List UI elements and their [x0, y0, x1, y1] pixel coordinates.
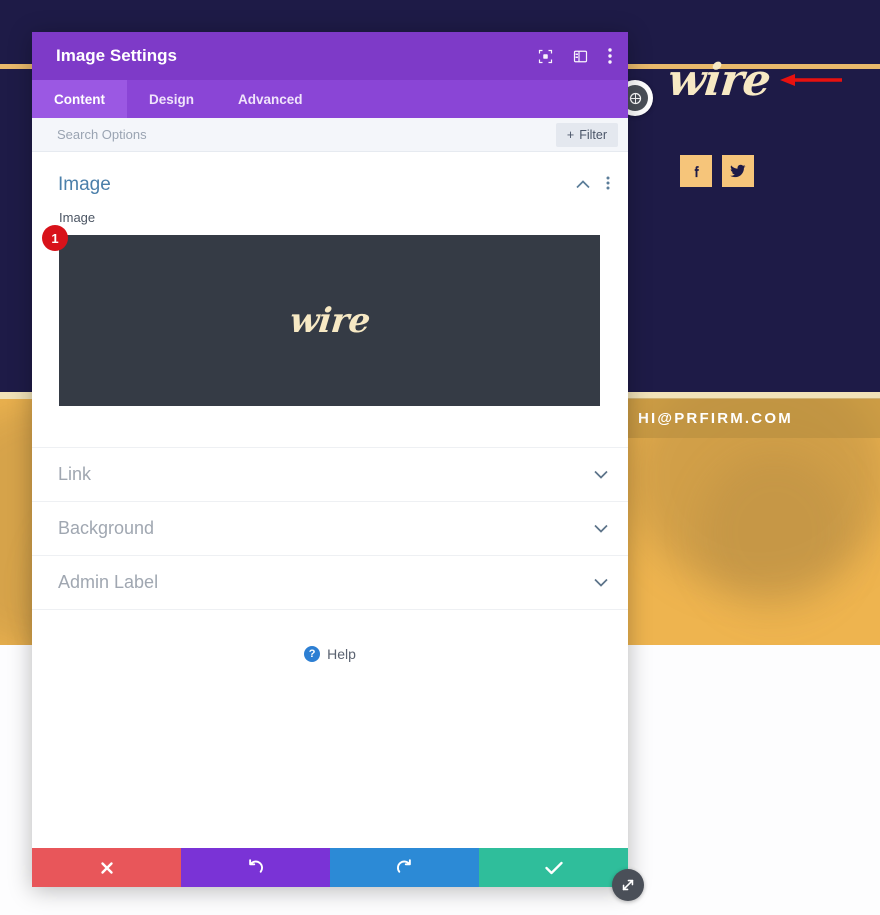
section-background-label: Background — [58, 518, 155, 538]
modal-body: Image Image 1 wire Link Background Admin… — [32, 152, 628, 848]
image-section-controls — [576, 176, 610, 195]
plus-icon: + — [566, 127, 575, 142]
image-preview-logo: wire — [287, 300, 372, 341]
filter-button[interactable]: + Filter — [555, 122, 618, 147]
search-input[interactable]: Search Options — [57, 127, 556, 142]
chevron-down-icon — [594, 466, 608, 484]
layout-icon[interactable] — [573, 49, 588, 64]
image-preview[interactable]: 1 wire — [42, 225, 600, 406]
modal-header-actions — [538, 48, 612, 64]
filter-button-label: Filter — [579, 127, 607, 142]
save-button[interactable] — [479, 848, 628, 887]
image-section-header[interactable]: Image — [32, 152, 628, 210]
twitter-icon[interactable] — [722, 155, 754, 187]
resize-handle[interactable] — [612, 869, 644, 901]
modal-header: Image Settings — [32, 32, 628, 80]
chevron-down-icon — [594, 574, 608, 592]
section-link[interactable]: Link — [32, 447, 628, 501]
email-text: HI@PRFIRM.COM — [638, 409, 793, 427]
help-link[interactable]: ? Help — [32, 610, 628, 662]
help-icon: ? — [304, 646, 321, 662]
help-label: Help — [327, 646, 356, 662]
email-band: HI@PRFIRM.COM — [628, 398, 880, 438]
focus-icon[interactable] — [538, 49, 553, 64]
section-admin-label-label: Admin Label — [58, 572, 159, 592]
chevron-down-icon — [594, 520, 608, 538]
section-admin-label[interactable]: Admin Label — [32, 555, 628, 610]
site-logo: wire — [665, 55, 773, 106]
red-arrow-annotation — [780, 74, 842, 86]
more-vertical-icon[interactable] — [608, 48, 612, 64]
search-options-bar: Search Options + Filter — [32, 118, 628, 152]
section-link-label: Link — [58, 464, 92, 484]
social-links — [680, 155, 754, 187]
undo-button[interactable] — [181, 848, 330, 887]
section-background[interactable]: Background — [32, 501, 628, 555]
modal-title: Image Settings — [56, 46, 177, 65]
tab-design[interactable]: Design — [127, 80, 216, 118]
section-more-vertical-icon[interactable] — [606, 176, 610, 195]
collapsed-sections: Link Background Admin Label — [32, 447, 628, 610]
redo-button[interactable] — [330, 848, 479, 887]
modal-footer — [32, 848, 628, 887]
modal-tabs: Content Design Advanced — [32, 80, 628, 118]
cancel-button[interactable] — [32, 848, 181, 887]
image-field-label: Image — [59, 210, 96, 225]
step-badge: 1 — [42, 225, 68, 251]
tab-content[interactable]: Content — [32, 80, 127, 118]
photo-blur-blob — [700, 452, 850, 612]
tab-advanced[interactable]: Advanced — [216, 80, 325, 118]
facebook-icon[interactable] — [680, 155, 712, 187]
chevron-up-icon[interactable] — [576, 176, 590, 194]
image-section-title: Image — [58, 174, 111, 195]
image-settings-modal: Image Settings Content Design Advanced S… — [32, 32, 628, 887]
image-field: Image 1 wire — [32, 210, 628, 406]
